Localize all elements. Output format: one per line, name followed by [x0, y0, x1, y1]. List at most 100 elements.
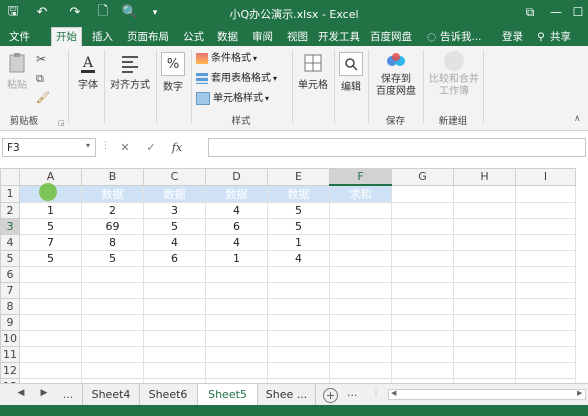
more-sheets-left[interactable]: ...: [61, 388, 75, 401]
cell[interactable]: [453, 234, 516, 251]
cell-styles-button[interactable]: 单元格样式 ▾: [196, 91, 269, 106]
cell[interactable]: [19, 346, 82, 363]
cell[interactable]: [329, 202, 392, 219]
row-header[interactable]: 9: [0, 314, 20, 331]
tab-view[interactable]: 视图: [283, 28, 312, 46]
cell[interactable]: [205, 298, 268, 315]
save-to-baidu-button[interactable]: 保存到 百度网盘: [371, 50, 421, 98]
cell[interactable]: [453, 314, 516, 331]
scroll-right-arrow-icon[interactable]: ▶: [577, 389, 582, 397]
cell[interactable]: [81, 362, 144, 379]
cell[interactable]: [391, 218, 454, 235]
share-button[interactable]: 共享: [550, 28, 571, 46]
cell[interactable]: 5: [19, 250, 82, 267]
cell[interactable]: [391, 184, 454, 203]
tab-page-layout[interactable]: 页面布局: [123, 28, 173, 46]
chevron-down-icon[interactable]: ▾: [86, 141, 90, 150]
active-cell[interactable]: [329, 218, 392, 235]
column-header-i[interactable]: I: [515, 168, 576, 186]
cell[interactable]: [391, 202, 454, 219]
horizontal-scrollbar[interactable]: [388, 389, 586, 400]
cell[interactable]: [515, 218, 576, 235]
cell[interactable]: [515, 184, 576, 203]
copy-icon[interactable]: ⧉: [36, 72, 44, 86]
row-header[interactable]: 1: [0, 184, 20, 203]
editing-button[interactable]: 编辑: [336, 52, 366, 93]
cell[interactable]: 8: [81, 234, 144, 251]
cell[interactable]: [267, 298, 330, 315]
cell[interactable]: [329, 234, 392, 251]
cell[interactable]: 数据: [143, 184, 206, 203]
cell[interactable]: 5: [81, 250, 144, 267]
cell[interactable]: 数据: [205, 184, 268, 203]
cell[interactable]: [515, 298, 576, 315]
cell[interactable]: [143, 266, 206, 283]
cell[interactable]: [81, 282, 144, 299]
cell[interactable]: 4: [205, 202, 268, 219]
conditional-format-button[interactable]: 条件格式 ▾: [196, 51, 257, 66]
cell[interactable]: [453, 362, 516, 379]
insert-function-icon[interactable]: fx: [164, 141, 190, 154]
row-header[interactable]: 2: [0, 202, 20, 219]
tab-insert[interactable]: 插入: [88, 28, 117, 46]
cell[interactable]: [143, 362, 206, 379]
tab-developer[interactable]: 开发工具: [314, 28, 364, 46]
cell[interactable]: [391, 330, 454, 347]
cell[interactable]: [19, 266, 82, 283]
cell[interactable]: 7: [19, 234, 82, 251]
cell[interactable]: [267, 266, 330, 283]
cell[interactable]: [453, 330, 516, 347]
format-as-table-button[interactable]: 套用表格格式 ▾: [196, 71, 277, 86]
enter-icon[interactable]: ✓: [138, 141, 164, 154]
cell[interactable]: [391, 282, 454, 299]
cell[interactable]: [267, 362, 330, 379]
cell[interactable]: 6: [143, 250, 206, 267]
format-painter-icon[interactable]: 🖌: [36, 91, 50, 104]
cell[interactable]: [81, 266, 144, 283]
cell[interactable]: [515, 266, 576, 283]
cell[interactable]: [205, 314, 268, 331]
cell[interactable]: [267, 314, 330, 331]
cell[interactable]: [143, 298, 206, 315]
cell[interactable]: [329, 250, 392, 267]
sheet-tab[interactable]: Sheet4: [82, 384, 140, 405]
cell[interactable]: [19, 282, 82, 299]
sign-in-link[interactable]: 登录: [502, 28, 523, 46]
cell[interactable]: [329, 298, 392, 315]
cell[interactable]: [81, 330, 144, 347]
row-header[interactable]: 11: [0, 346, 20, 363]
cell[interactable]: [143, 346, 206, 363]
cell[interactable]: 数据: [267, 184, 330, 203]
sheet-tab[interactable]: Sheet6: [139, 384, 198, 405]
cell[interactable]: 69: [81, 218, 144, 235]
add-sheet-icon[interactable]: +: [323, 388, 338, 403]
cell[interactable]: 1: [19, 202, 82, 219]
cell[interactable]: [453, 266, 516, 283]
cancel-icon[interactable]: ✕: [112, 141, 138, 154]
cell[interactable]: [267, 330, 330, 347]
cell[interactable]: [453, 250, 516, 267]
cell[interactable]: [515, 250, 576, 267]
scroll-left-icon[interactable]: ◀: [14, 388, 28, 398]
cell[interactable]: [267, 282, 330, 299]
splitter-handle-icon[interactable]: ⋮: [366, 384, 386, 405]
cell[interactable]: [81, 298, 144, 315]
cell[interactable]: [81, 314, 144, 331]
column-header-e[interactable]: E: [267, 168, 330, 186]
cell[interactable]: 求和: [329, 184, 392, 203]
cell[interactable]: 5: [143, 218, 206, 235]
cell[interactable]: [267, 346, 330, 363]
font-button[interactable]: A 字体: [73, 52, 103, 91]
scroll-right-icon[interactable]: ▶: [37, 388, 51, 398]
cell[interactable]: [391, 266, 454, 283]
cells-button[interactable]: 单元格: [294, 52, 332, 91]
tell-me-box[interactable]: 告诉我...: [440, 28, 482, 46]
column-header-g[interactable]: G: [391, 168, 454, 186]
dialog-launcher-icon[interactable]: ◲: [58, 119, 65, 127]
minimize-icon[interactable]: —: [547, 3, 565, 21]
tab-formulas[interactable]: 公式: [179, 28, 208, 46]
cell[interactable]: [391, 346, 454, 363]
cell[interactable]: 4: [205, 234, 268, 251]
cell[interactable]: [329, 362, 392, 379]
cell[interactable]: 数据: [81, 184, 144, 203]
